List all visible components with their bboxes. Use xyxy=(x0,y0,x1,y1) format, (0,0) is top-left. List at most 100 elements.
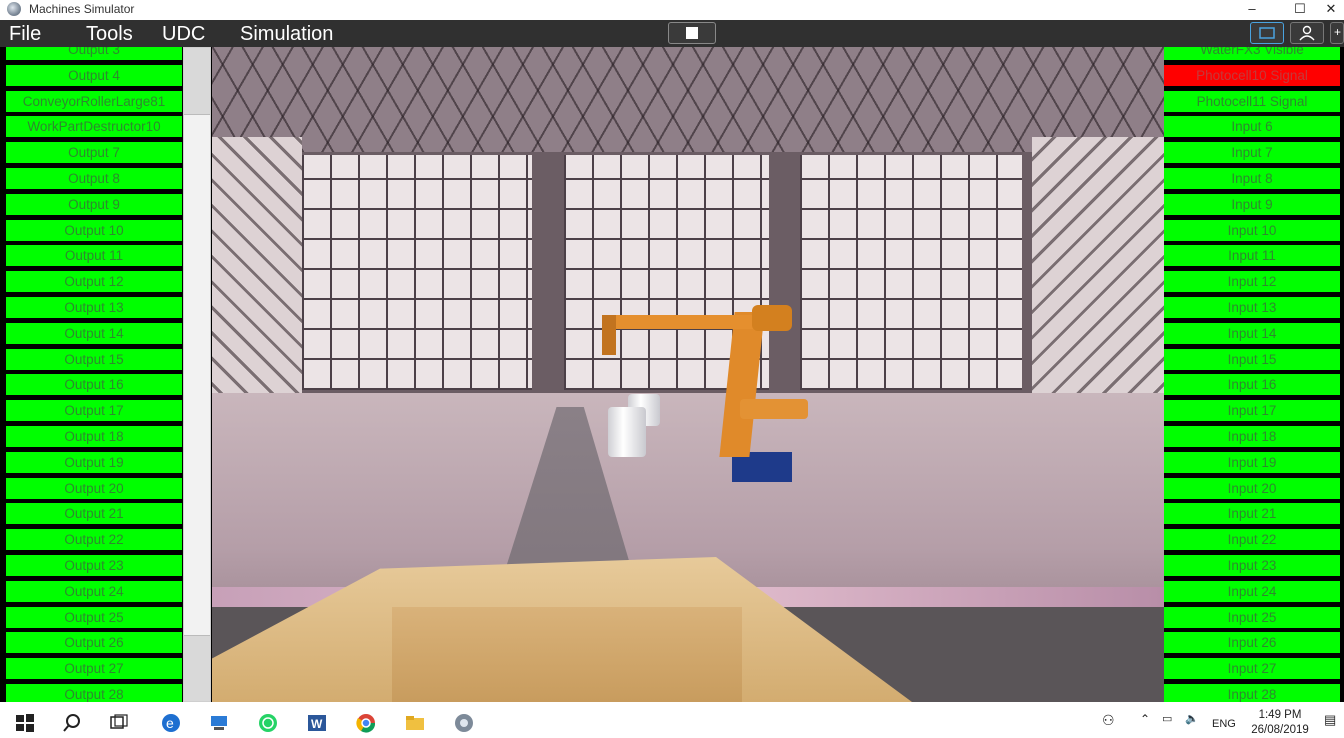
output-scrollbar[interactable] xyxy=(183,47,211,702)
input-item[interactable]: Input 17 xyxy=(1164,400,1340,422)
clock-time: 1:49 PM xyxy=(1258,709,1302,721)
word-icon[interactable]: W xyxy=(306,712,328,734)
search-icon[interactable] xyxy=(61,712,83,734)
output-item[interactable]: Output 19 xyxy=(6,451,182,473)
output-item[interactable]: Output 11 xyxy=(6,245,182,267)
simulation-viewport[interactable] xyxy=(212,47,1164,702)
input-item[interactable]: Input 9 xyxy=(1164,193,1340,215)
menu-udc[interactable]: UDC xyxy=(162,23,205,46)
window-title: Machines Simulator xyxy=(29,2,135,16)
input-item[interactable]: Input 28 xyxy=(1164,683,1340,702)
right-scaffold xyxy=(1032,137,1164,437)
maximize-button[interactable]: ☐ xyxy=(1280,0,1320,20)
minimize-button[interactable]: – xyxy=(1232,0,1272,20)
menu-simulation[interactable]: Simulation xyxy=(240,23,333,46)
output-item[interactable]: Output 3 xyxy=(6,47,182,60)
input-item[interactable]: Input 24 xyxy=(1164,580,1340,602)
output-item[interactable]: Output 4 xyxy=(6,64,182,86)
input-item[interactable]: Input 26 xyxy=(1164,632,1340,654)
input-item[interactable]: Input 18 xyxy=(1164,425,1340,447)
more-button[interactable]: + xyxy=(1330,22,1344,44)
input-item[interactable]: Input 14 xyxy=(1164,322,1340,344)
robot-gripper xyxy=(602,315,616,355)
output-item[interactable]: Output 13 xyxy=(6,296,182,318)
input-item[interactable]: Input 12 xyxy=(1164,271,1340,293)
input-item[interactable]: Input 23 xyxy=(1164,554,1340,576)
user-button[interactable] xyxy=(1290,22,1324,44)
output-item[interactable]: Output 10 xyxy=(6,219,182,241)
svg-text:e: e xyxy=(166,715,174,731)
battery-icon[interactable]: ▭ xyxy=(1162,712,1172,725)
this-pc-icon[interactable] xyxy=(208,712,230,734)
menu-file[interactable]: File xyxy=(9,23,41,46)
task-view-icon[interactable] xyxy=(108,712,130,734)
output-item[interactable]: Output 26 xyxy=(6,632,182,654)
camera-view-button[interactable] xyxy=(1250,22,1284,44)
language-indicator[interactable]: ENG xyxy=(1212,718,1236,730)
input-item[interactable]: Photocell11 Signal xyxy=(1164,90,1340,112)
factory-window-left xyxy=(302,155,532,390)
input-item[interactable]: Input 10 xyxy=(1164,219,1340,241)
input-item[interactable]: Input 7 xyxy=(1164,142,1340,164)
output-item[interactable]: Output 7 xyxy=(6,142,182,164)
scrollbar-thumb[interactable] xyxy=(184,114,210,636)
whatsapp-icon[interactable] xyxy=(257,712,279,734)
factory-roof xyxy=(212,47,1164,152)
input-item[interactable]: Input 19 xyxy=(1164,451,1340,473)
camera-view-icon xyxy=(1259,27,1275,39)
stop-simulation-button[interactable] xyxy=(668,22,716,44)
output-item[interactable]: Output 25 xyxy=(6,606,182,628)
menu-tools[interactable]: Tools xyxy=(86,23,133,46)
windows-start-icon[interactable] xyxy=(14,712,36,734)
output-item[interactable]: Output 24 xyxy=(6,580,182,602)
output-item[interactable]: ConveyorRollerLarge81 xyxy=(6,90,182,112)
input-item[interactable]: Input 27 xyxy=(1164,658,1340,680)
output-panel: Output 3 Output 4 ConveyorRollerLarge81 Wor… xyxy=(6,47,182,702)
output-item[interactable]: Output 27 xyxy=(6,658,182,680)
output-item[interactable]: WorkPartDestructor10 xyxy=(6,116,182,138)
chrome-icon[interactable] xyxy=(355,712,377,734)
system-clock[interactable]: 1:49 PM 26/08/2019 xyxy=(1240,708,1320,738)
input-item[interactable]: Input 6 xyxy=(1164,116,1340,138)
input-item[interactable]: WaterFX3 Visible xyxy=(1164,47,1340,60)
input-item[interactable]: Input 15 xyxy=(1164,348,1340,370)
output-item[interactable]: Output 18 xyxy=(6,425,182,447)
user-icon xyxy=(1299,25,1315,41)
output-item[interactable]: Output 17 xyxy=(6,400,182,422)
output-item[interactable]: Output 12 xyxy=(6,271,182,293)
volume-muted-icon[interactable]: 🔈 xyxy=(1185,712,1199,725)
output-list: Output 3 Output 4 ConveyorRollerLarge81 Wor… xyxy=(6,47,182,702)
output-item[interactable]: Output 14 xyxy=(6,322,182,344)
clock-date: 26/08/2019 xyxy=(1251,724,1309,736)
close-button[interactable]: ✕ xyxy=(1318,0,1344,20)
output-item[interactable]: Output 22 xyxy=(6,529,182,551)
input-item[interactable]: Input 8 xyxy=(1164,167,1340,189)
output-item[interactable]: Output 20 xyxy=(6,477,182,499)
input-item[interactable]: Photocell10 Signal xyxy=(1164,64,1340,86)
output-item[interactable]: Output 9 xyxy=(6,193,182,215)
input-list: WaterFX3 Visible Photocell10 Signal Photoc… xyxy=(1164,47,1340,702)
left-scaffold xyxy=(212,137,302,437)
file-explorer-icon[interactable] xyxy=(404,712,426,734)
input-item[interactable]: Input 20 xyxy=(1164,477,1340,499)
output-item[interactable]: Output 23 xyxy=(6,554,182,576)
input-item[interactable]: Input 25 xyxy=(1164,606,1340,628)
robot-arm xyxy=(602,315,772,329)
output-item[interactable]: Output 28 xyxy=(6,683,182,702)
input-item[interactable]: Input 13 xyxy=(1164,296,1340,318)
output-item[interactable]: Output 15 xyxy=(6,348,182,370)
input-item[interactable]: Input 22 xyxy=(1164,529,1340,551)
people-icon[interactable]: ⚇ xyxy=(1102,712,1115,729)
chevron-up-icon[interactable]: ⌃ xyxy=(1140,712,1150,726)
edge-browser-icon[interactable]: e xyxy=(160,712,182,734)
input-panel: WaterFX3 Visible Photocell10 Signal Photoc… xyxy=(1164,47,1340,702)
output-item[interactable]: Output 8 xyxy=(6,167,182,189)
input-item[interactable]: Input 21 xyxy=(1164,503,1340,525)
input-item[interactable]: Input 16 xyxy=(1164,374,1340,396)
machines-simulator-taskbar-icon[interactable] xyxy=(453,712,475,734)
output-item[interactable]: Output 21 xyxy=(6,503,182,525)
notifications-icon[interactable]: ▤ xyxy=(1324,712,1336,728)
output-item[interactable]: Output 16 xyxy=(6,374,182,396)
robot-counterweight xyxy=(740,399,808,419)
input-item[interactable]: Input 11 xyxy=(1164,245,1340,267)
